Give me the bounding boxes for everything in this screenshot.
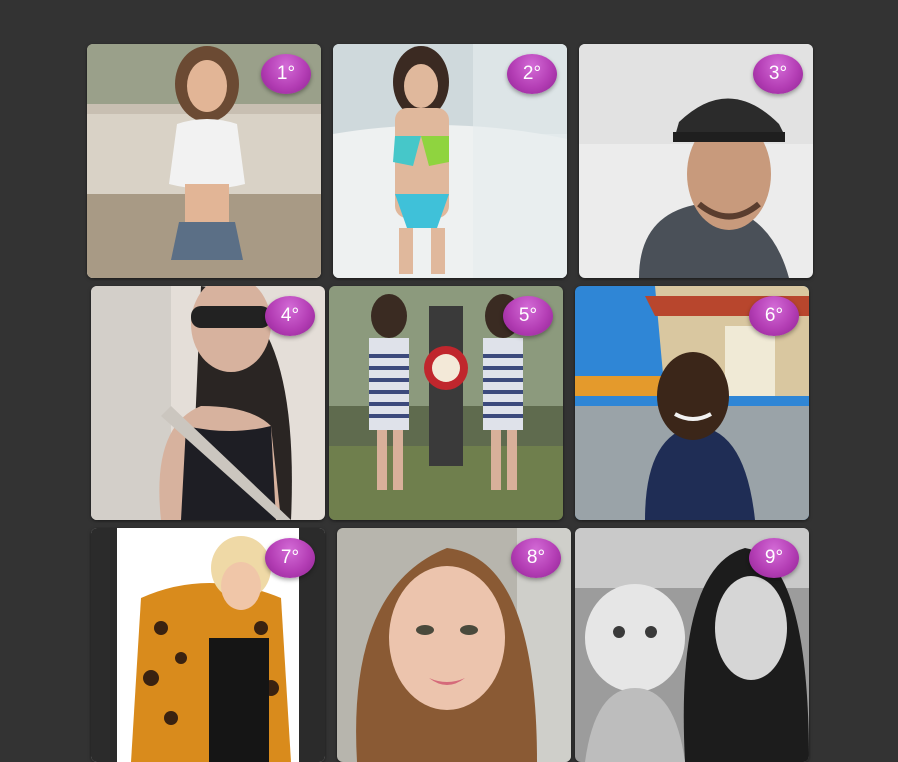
profile-card-7[interactable]: 7° <box>91 528 325 762</box>
rank-badge: 5° <box>503 296 553 336</box>
profile-card-3[interactable]: 3° <box>579 44 813 278</box>
profile-card-2[interactable]: 2° <box>333 44 567 278</box>
rank-badge: 6° <box>749 296 799 336</box>
rank-badge: 9° <box>749 538 799 578</box>
profile-card-4[interactable]: 4° <box>91 286 325 520</box>
profile-card-6[interactable]: 6° <box>575 286 809 520</box>
profile-card-8[interactable]: 8° <box>337 528 571 762</box>
rank-badge: 8° <box>511 538 561 578</box>
rank-badge: 7° <box>265 538 315 578</box>
rank-badge: 1° <box>261 54 311 94</box>
profile-card-1[interactable]: 1° <box>87 44 321 278</box>
rank-badge: 4° <box>265 296 315 336</box>
rank-badge: 3° <box>753 54 803 94</box>
profile-card-9[interactable]: 9° <box>575 528 809 762</box>
rank-badge: 2° <box>507 54 557 94</box>
profile-card-5[interactable]: 5° <box>329 286 563 520</box>
